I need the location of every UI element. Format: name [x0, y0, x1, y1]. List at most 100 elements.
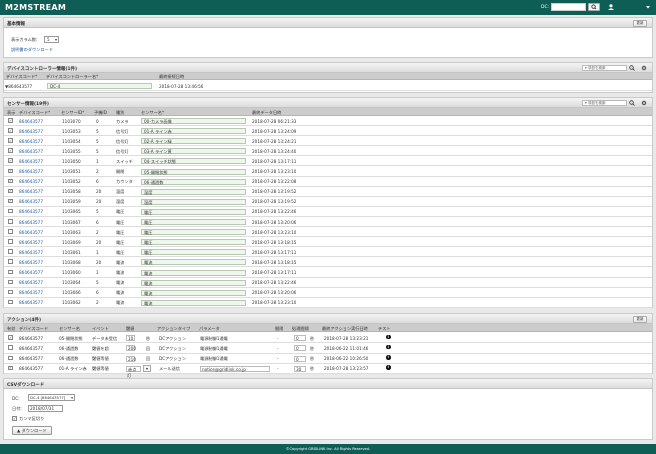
dc-search-input[interactable] [551, 3, 586, 11]
sensor-show-checkbox[interactable] [8, 168, 13, 173]
sensor-device-code[interactable]: 864643577 [19, 280, 43, 285]
sensor-device-code[interactable]: 864643577 [19, 290, 43, 295]
sensor-name-input[interactable]: 電流 [141, 289, 246, 296]
sensor-show-checkbox[interactable] [8, 148, 13, 153]
sensor-name-input[interactable]: 湿度 [141, 198, 246, 205]
sensor-name-input[interactable]: 電圧 [141, 239, 246, 246]
csv-dc-select[interactable]: DC-4 [864643577] ▾ [28, 394, 75, 401]
sensor-show-checkbox[interactable] [8, 259, 13, 264]
sensor-show-checkbox[interactable] [8, 208, 13, 214]
sensor-name-input[interactable]: 電圧 [141, 229, 246, 236]
action-interval-input[interactable]: 0 [294, 355, 306, 362]
csv-comma-checkbox[interactable] [12, 416, 17, 421]
sensor-device-code[interactable]: 864643577 [19, 220, 43, 225]
sensor-show-checkbox[interactable] [8, 198, 13, 204]
action-threshold-input[interactable]: 赤点灯 [126, 365, 141, 378]
gear-icon[interactable] [641, 65, 647, 71]
controller-search-input[interactable]: ▾ 項目を検索 [582, 64, 627, 71]
info-icon[interactable]: i [386, 365, 391, 370]
sensor-device-code[interactable]: 864643577 [19, 179, 43, 184]
sensor-name-input[interactable]: 05-開閉状態 [141, 168, 246, 175]
action-update-button[interactable]: 更新 [633, 315, 647, 323]
sensor-type: 電流 [116, 280, 125, 286]
sensor-show-checkbox[interactable] [8, 249, 13, 254]
info-icon[interactable]: i [386, 344, 391, 350]
action-enable-checkbox[interactable] [8, 345, 13, 350]
menu-dropdown-icon[interactable] [644, 3, 652, 11]
gear-icon[interactable] [641, 100, 647, 106]
sensor-device-code[interactable]: 864643577 [19, 119, 43, 124]
csv-download-button[interactable]: ▲ ダウンロード [12, 426, 52, 435]
sensor-show-checkbox[interactable] [8, 289, 13, 295]
sensor-name-input[interactable]: 温度 [141, 188, 246, 195]
sensor-name-input[interactable]: 電圧 [141, 208, 246, 215]
sensor-name-input[interactable]: 電流 [141, 279, 246, 286]
sensor-child-id: 20 [96, 199, 102, 205]
sensor-device-code[interactable]: 864643577 [19, 129, 43, 134]
csv-date-input[interactable]: 2018/07/31 [28, 404, 63, 412]
sensor-device-code[interactable]: 864643577 [19, 270, 43, 275]
action-interval-input[interactable]: 0 [294, 345, 306, 352]
search-icon[interactable] [629, 65, 635, 71]
sensor-name-input[interactable]: 電流 [141, 299, 246, 306]
sensor-name-input[interactable]: 02-A ライン緑 [141, 138, 246, 145]
sensor-child-id: 6 [96, 219, 99, 225]
sensor-name-input[interactable]: 06-通過数 [141, 178, 246, 185]
sensor-device-code[interactable]: 864643577 [19, 230, 43, 235]
sensor-show-checkbox[interactable] [8, 269, 13, 274]
sensor-device-code[interactable]: 864643577 [19, 250, 43, 255]
sensor-name-input[interactable]: 電流 [141, 259, 246, 266]
sensor-show-checkbox[interactable] [8, 229, 13, 234]
sensor-device-code[interactable]: 864643577 [19, 139, 43, 144]
action-threshold-input[interactable]: 210 [126, 355, 136, 362]
sensor-device-code[interactable]: 864643577 [19, 260, 43, 265]
chevron-down-icon[interactable]: ▾ [143, 365, 151, 373]
sensor-device-code[interactable]: 864643577 [19, 169, 43, 174]
sensor-device-code[interactable]: 864643577 [19, 159, 43, 164]
sensor-show-checkbox[interactable] [8, 158, 13, 163]
controller-name-input[interactable]: DC-4 [47, 83, 152, 89]
search-icon[interactable] [629, 100, 635, 106]
sensor-name-input[interactable]: 04-スイッチ状態 [141, 158, 246, 165]
sensor-device-code[interactable]: 864643577 [19, 149, 43, 154]
sensor-device-code[interactable]: 864643577 [19, 189, 43, 194]
user-icon[interactable] [607, 3, 615, 11]
action-last-run-time: 2018-06-22 11:01:46 [324, 345, 369, 351]
sensor-show-checkbox[interactable] [8, 128, 13, 133]
info-icon[interactable]: i [386, 355, 391, 360]
sensor-name-input[interactable]: 電圧 [141, 249, 246, 256]
action-enable-checkbox[interactable] [8, 355, 13, 361]
basic-update-button[interactable]: 更新 [633, 19, 647, 27]
sensor-name-input[interactable]: 03-A ライン黄 [141, 148, 246, 155]
action-interval-input[interactable]: 0 [294, 335, 306, 341]
sensor-device-code[interactable]: 864643577 [19, 209, 43, 214]
sensor-show-checkbox[interactable] [8, 279, 13, 285]
sensor-show-checkbox[interactable] [8, 219, 13, 224]
sensor-show-checkbox[interactable] [8, 188, 13, 194]
sensor-device-code[interactable]: 864643577 [19, 300, 43, 305]
manual-download-link[interactable]: 説明書のダウンロード [11, 47, 53, 53]
sensor-type: 電圧 [116, 209, 125, 215]
column-count-select[interactable]: 5 ▾ [44, 35, 59, 43]
sensor-device-code[interactable]: 864643577 [19, 199, 43, 204]
sensor-show-checkbox[interactable] [8, 239, 13, 244]
action-threshold-input[interactable]: 200 [126, 345, 136, 352]
sensor-show-checkbox[interactable] [8, 138, 13, 143]
sensor-name-input[interactable]: 01-A ライン赤 [141, 128, 246, 135]
info-icon[interactable]: i [386, 334, 391, 339]
sensor-show-checkbox[interactable] [8, 299, 13, 305]
action-enable-checkbox[interactable] [8, 335, 13, 340]
action-enable-checkbox[interactable] [8, 365, 13, 371]
sensor-last-data-time: 2018-07-28 13:22:46 [252, 280, 297, 286]
action-interval-input[interactable]: 30 [294, 365, 306, 372]
sensor-show-checkbox[interactable] [8, 178, 13, 184]
action-threshold-input[interactable]: 10 [126, 335, 135, 341]
sensor-device-code[interactable]: 864643577 [19, 240, 43, 245]
sensor-name-input[interactable]: 00-カメラ画像 [141, 118, 246, 124]
sensor-show-checkbox[interactable] [8, 118, 13, 123]
sensor-search-input[interactable]: ▾ 項目を検索 [582, 99, 627, 106]
dc-search-button[interactable] [588, 3, 600, 11]
sensor-name-input[interactable]: 電流 [141, 269, 246, 276]
action-param-input[interactable]: notice@gridlink.co.jp [200, 365, 270, 372]
sensor-name-input[interactable]: 電圧 [141, 219, 246, 225]
